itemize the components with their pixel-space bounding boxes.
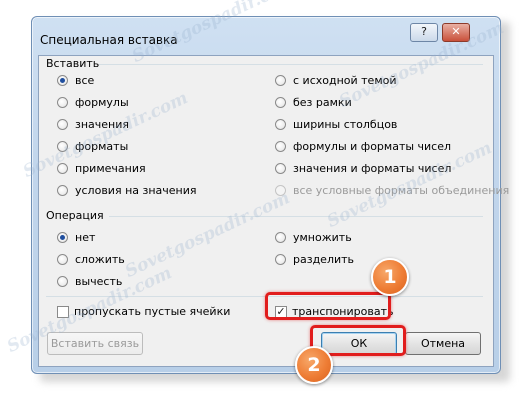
radio-icon <box>57 119 68 130</box>
paste-option-merge-conditional-formats: все условные форматы объединения <box>275 184 509 197</box>
radio-icon <box>57 75 68 86</box>
paste-option-values-number-formats[interactable]: значения и форматы чисел <box>275 162 451 175</box>
step-2-badge: 2 <box>295 346 333 384</box>
step-1-badge: 1 <box>371 258 409 296</box>
skip-blanks-checkbox[interactable]: пропускать пустые ячейки <box>57 305 230 318</box>
operation-option-add[interactable]: сложить <box>57 253 125 266</box>
operation-group-label: Операция <box>46 209 104 222</box>
operation-option-none[interactable]: нет <box>57 231 95 244</box>
radio-icon <box>57 97 68 108</box>
radio-icon <box>275 97 286 108</box>
radio-icon <box>275 163 286 174</box>
checkbox-icon <box>57 305 69 318</box>
radio-icon <box>57 185 68 196</box>
paste-link-button: Вставить связь <box>47 332 143 355</box>
radio-icon <box>57 163 68 174</box>
radio-icon <box>275 119 286 130</box>
radio-icon <box>57 254 68 265</box>
operation-group-divider <box>109 216 483 217</box>
paste-option-source-theme[interactable]: с исходной темой <box>275 74 397 87</box>
paste-group-label: Вставить <box>46 57 100 70</box>
paste-option-formulas[interactable]: формулы <box>57 96 129 109</box>
radio-icon <box>275 141 286 152</box>
radio-icon <box>57 232 68 243</box>
paste-option-validation[interactable]: условия на значения <box>57 184 197 197</box>
close-button[interactable]: ✕ <box>442 23 470 42</box>
radio-icon <box>275 75 286 86</box>
paste-option-all[interactable]: все <box>57 74 94 87</box>
cancel-button[interactable]: Отмена <box>405 332 481 355</box>
close-icon: ✕ <box>451 25 461 38</box>
paste-option-formulas-number-formats[interactable]: формулы и форматы чисел <box>275 140 451 153</box>
help-button[interactable]: ? <box>410 23 438 42</box>
radio-icon <box>57 141 68 152</box>
radio-icon <box>275 232 286 243</box>
dialog-title: Специальная вставка <box>40 33 178 47</box>
radio-icon <box>57 276 68 287</box>
paste-option-values[interactable]: значения <box>57 118 129 131</box>
paste-group-divider <box>99 64 483 65</box>
operation-option-subtract[interactable]: вычесть <box>57 275 122 288</box>
title-bar: Специальная вставка ? ✕ <box>32 17 500 47</box>
transpose-highlight <box>265 292 391 320</box>
operation-option-divide[interactable]: разделить <box>275 253 354 266</box>
radio-icon <box>275 254 286 265</box>
paste-option-comments[interactable]: примечания <box>57 162 146 175</box>
paste-option-no-borders[interactable]: без рамки <box>275 96 352 109</box>
radio-icon <box>275 185 286 196</box>
paste-special-dialog: Специальная вставка ? ✕ Вставить все фор… <box>31 16 509 374</box>
dialog-client-area: Вставить все формулы значения форматы пр… <box>38 55 509 367</box>
paste-option-column-widths[interactable]: ширины столбцов <box>275 118 397 131</box>
paste-option-formats[interactable]: форматы <box>57 140 128 153</box>
operation-option-multiply[interactable]: умножить <box>275 231 352 244</box>
